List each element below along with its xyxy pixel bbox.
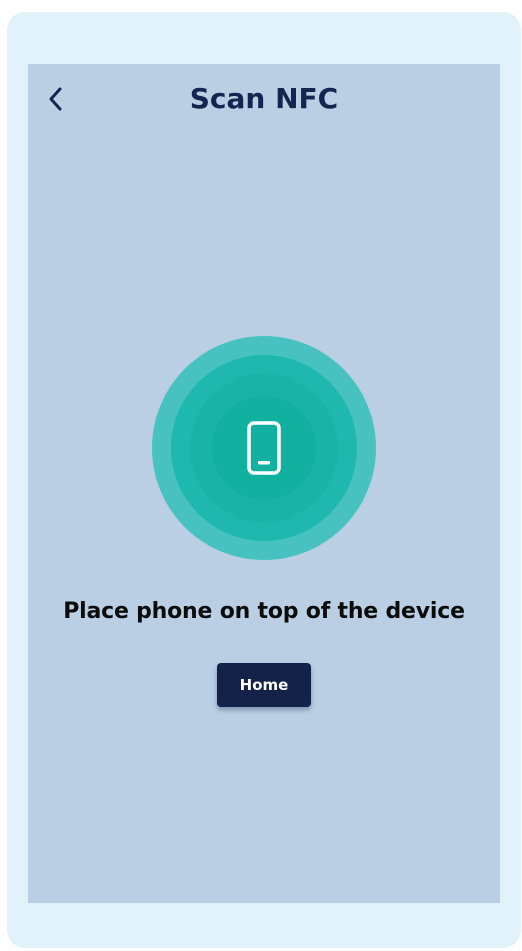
page-title: Scan NFC: [189, 82, 339, 115]
smartphone-icon: [247, 421, 281, 475]
home-button[interactable]: Home: [217, 663, 311, 707]
nfc-scan-graphic: [152, 336, 376, 560]
scan-nfc-screen: Scan NFC Place phone on top of the devic…: [28, 64, 500, 903]
instruction-text: Place phone on top of the device: [63, 599, 465, 624]
